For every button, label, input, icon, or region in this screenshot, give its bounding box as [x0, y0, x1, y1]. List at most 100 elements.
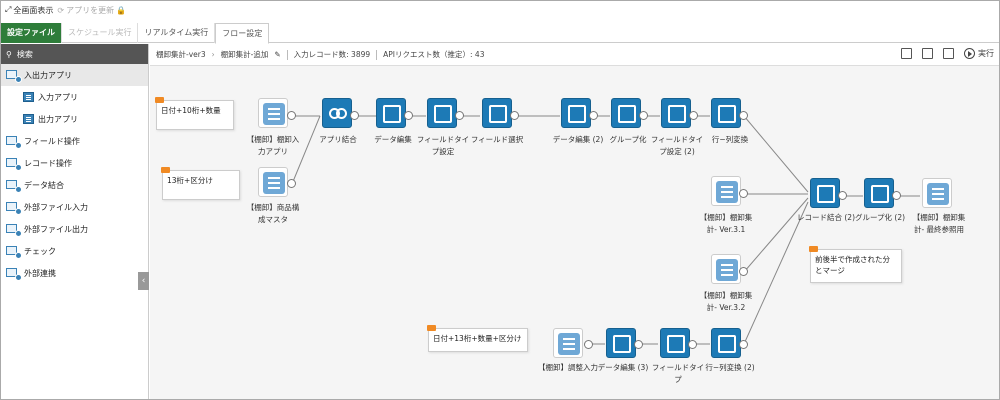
node-group-2[interactable]: [864, 178, 894, 208]
node-input-app[interactable]: [258, 98, 288, 128]
node-record-join[interactable]: [810, 178, 840, 208]
node-output-app[interactable]: [922, 178, 952, 208]
node-port[interactable]: [838, 191, 847, 200]
memo-tag-icon: [155, 97, 164, 103]
sidebar-item-label: 外部連携: [24, 268, 56, 278]
grid-icon[interactable]: [901, 48, 912, 59]
node-port[interactable]: [510, 111, 519, 120]
collapse-sidebar-button[interactable]: ‹: [138, 272, 149, 290]
node-data-edit[interactable]: [376, 98, 406, 128]
sidebar-item-ext-file-out[interactable]: 外部ファイル出力: [1, 218, 148, 240]
node-label: フィールドタイプ: [651, 363, 705, 384]
memo-note[interactable]: 13桁+区分け: [161, 167, 240, 200]
node-port[interactable]: [639, 111, 648, 120]
node-port[interactable]: [739, 267, 748, 276]
tab-settings-file[interactable]: 設定ファイル: [1, 23, 62, 43]
node-port[interactable]: [739, 111, 748, 120]
node-row-col-2[interactable]: [711, 328, 741, 358]
sidebar-item-ext-link[interactable]: 外部連携: [1, 262, 148, 284]
pivot-icon: [718, 105, 736, 123]
node-port[interactable]: [892, 191, 901, 200]
breadcrumb: 棚卸集計-ver3 › 棚卸集計-追加 ✎ 入力レコード数: 3899 APIリ…: [150, 44, 999, 66]
node-data-edit-3[interactable]: [606, 328, 636, 358]
node-port[interactable]: [688, 340, 697, 349]
node-port[interactable]: [350, 111, 359, 120]
node-label: アプリ結合: [319, 135, 357, 144]
edit-table-icon: [383, 105, 401, 123]
sidebar-item-label: チェック: [24, 246, 56, 256]
sidebar-item-ext-file-in[interactable]: 外部ファイル入力: [1, 196, 148, 218]
node-label: グループ化 (2): [854, 213, 906, 222]
node-port[interactable]: [404, 111, 413, 120]
chevron-right-icon: ›: [211, 50, 215, 59]
node-label: フィールド選択: [470, 135, 524, 144]
sidebar-item-output-app[interactable]: 出力アプリ: [1, 108, 148, 130]
node-port[interactable]: [287, 179, 296, 188]
node-port[interactable]: [287, 111, 296, 120]
sidebar-item-field-ops[interactable]: フィールド操作: [1, 130, 148, 152]
sidebar-item-label: 外部ファイル出力: [24, 224, 88, 234]
memo-note[interactable]: 日付+10桁+数量: [155, 97, 234, 130]
node-field-select[interactable]: [482, 98, 512, 128]
node-label: 行−列変換 (2): [705, 363, 755, 372]
run-button[interactable]: 実行: [964, 48, 994, 59]
sidebar-item-input-app[interactable]: 入力アプリ: [1, 86, 148, 108]
node-port[interactable]: [584, 340, 593, 349]
tab-schedule[interactable]: スケジュール実行: [62, 23, 139, 43]
tab-flow-settings[interactable]: フロー設定: [215, 23, 270, 44]
node-port[interactable]: [739, 189, 748, 198]
node-port[interactable]: [634, 340, 643, 349]
main-area: 棚卸集計-ver3 › 棚卸集計-追加 ✎ 入力レコード数: 3899 APIリ…: [150, 44, 999, 399]
app-icon: [23, 92, 34, 102]
screen-icon[interactable]: [943, 48, 954, 59]
node-label: 行−列変換: [711, 135, 749, 144]
sidebar-item-data-join[interactable]: データ結合: [1, 174, 148, 196]
node-label: フィールドタイプ設定 (2): [650, 135, 704, 156]
memo-tag-icon: [427, 325, 436, 331]
app-icon: [927, 183, 949, 205]
search-icon: ⚲: [6, 49, 12, 59]
node-label: 【棚卸】棚卸入力アプリ: [246, 135, 300, 156]
top-bar: ⤢ 全画面表示 ⟳ アプリを更新 🔒: [1, 1, 999, 19]
app-icon: [558, 333, 580, 355]
node-output-app[interactable]: [711, 176, 741, 206]
node-input-app[interactable]: [553, 328, 583, 358]
memo-note[interactable]: 日付+13桁+数量+区分け: [427, 325, 528, 352]
sidebar-item-label: データ結合: [24, 180, 64, 190]
node-field-type-3[interactable]: [660, 328, 690, 358]
breadcrumb-project[interactable]: 棚卸集計-ver3: [156, 49, 206, 60]
node-port[interactable]: [589, 111, 598, 120]
folder-gear-icon: [6, 179, 22, 193]
edit-icon[interactable]: ✎: [274, 50, 280, 59]
sidebar-item-record-ops[interactable]: レコード操作: [1, 152, 148, 174]
flow-canvas[interactable]: 日付+10桁+数量 13桁+区分け 前後半で作成された分とマージ 日付+13桁+…: [150, 66, 999, 399]
breadcrumb-flow: 棚卸集計-追加: [220, 50, 269, 59]
copy-icon[interactable]: [922, 48, 933, 59]
sidebar-item-io-apps[interactable]: 入出力アプリ: [1, 64, 148, 86]
update-app-button[interactable]: ⟳ アプリを更新 🔒: [57, 5, 126, 16]
memo-note[interactable]: 前後半で作成された分とマージ: [809, 246, 902, 283]
tab-realtime[interactable]: リアルタイム実行: [138, 23, 216, 43]
node-group[interactable]: [611, 98, 641, 128]
sidebar-item-check[interactable]: チェック: [1, 240, 148, 262]
expand-icon: ⤢: [5, 5, 12, 14]
node-app-join[interactable]: [322, 98, 352, 128]
memo-tag-icon: [809, 246, 818, 252]
sync-icon: ⟳: [57, 5, 65, 15]
node-row-col[interactable]: [711, 98, 741, 128]
node-field-type-2[interactable]: [661, 98, 691, 128]
app-icon: [716, 259, 738, 281]
node-port[interactable]: [689, 111, 698, 120]
node-field-type[interactable]: [427, 98, 457, 128]
node-label: フィールドタイプ設定: [416, 135, 470, 156]
fullscreen-button[interactable]: ⤢ 全画面表示: [5, 5, 53, 16]
node-data-edit-2[interactable]: [561, 98, 591, 128]
sidebar-search[interactable]: ⚲ 検索: [1, 44, 148, 64]
node-output-app[interactable]: [711, 254, 741, 284]
node-input-app[interactable]: [258, 167, 288, 197]
node-port[interactable]: [455, 111, 464, 120]
fullscreen-label: 全画面表示: [13, 5, 54, 15]
memo-text: 前後半で作成された分とマージ: [815, 255, 890, 275]
node-port[interactable]: [739, 340, 748, 349]
edit-table-icon: [568, 105, 586, 123]
